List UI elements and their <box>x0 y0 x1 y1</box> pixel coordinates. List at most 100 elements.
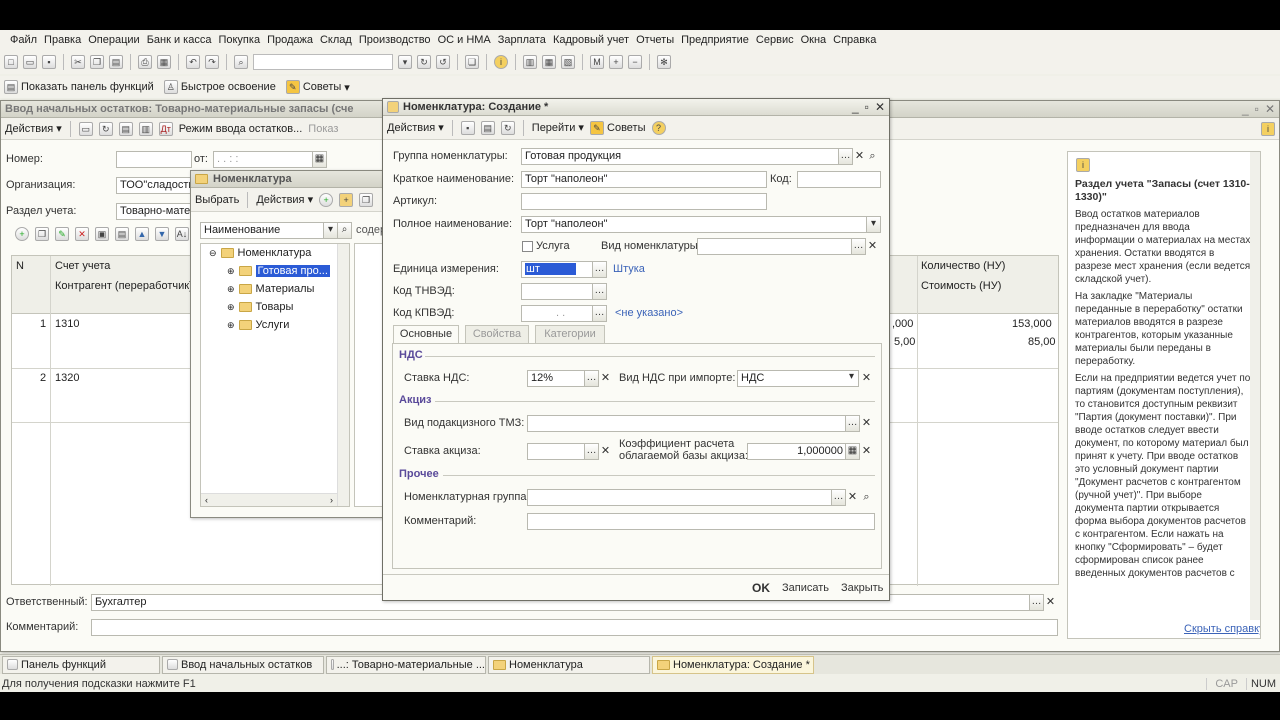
nom-group-field[interactable] <box>527 489 833 506</box>
save-icon[interactable]: ▪ <box>42 55 56 69</box>
tips-button[interactable]: ✎ Советы ▾ <box>285 80 350 94</box>
save-icon[interactable]: ▪ <box>460 120 475 135</box>
menu-item-production[interactable]: Производство <box>359 34 431 46</box>
select-button[interactable]: … <box>838 148 853 165</box>
doc-icon[interactable]: ▭ <box>78 121 93 136</box>
minimize-icon[interactable]: _ <box>1242 102 1249 116</box>
row-1-qty[interactable]: 153,000 <box>1012 318 1052 330</box>
clear-icon[interactable]: ✕ <box>853 148 866 165</box>
excise-rate-field[interactable] <box>527 443 585 460</box>
task-inventory[interactable]: ...: Товарно-материальные ... <box>326 655 486 674</box>
menu-item-service[interactable]: Сервис <box>756 34 794 46</box>
actions-menu-button[interactable]: Действия ▾ <box>256 193 313 206</box>
column-contractor[interactable]: Контрагент (переработчик) <box>55 280 193 292</box>
save-button[interactable]: Записать <box>782 582 829 594</box>
clear-icon[interactable]: ✕ <box>599 370 612 387</box>
select-button[interactable]: … <box>592 261 607 278</box>
windows-icon[interactable]: ❏ <box>465 55 479 69</box>
menu-item-sales[interactable]: Продажа <box>267 34 313 46</box>
list-icon[interactable]: ▤ <box>480 120 495 135</box>
ok-button[interactable]: OK <box>752 581 770 595</box>
tools-icon[interactable]: ✻ <box>657 55 671 69</box>
kind-field[interactable] <box>697 238 853 255</box>
chevron-down-icon[interactable]: ▾ <box>398 55 412 69</box>
help-scrollbar[interactable] <box>1250 152 1260 638</box>
full-name-field[interactable]: Торт "наполеон" <box>521 216 869 233</box>
row-1-cost-partial[interactable]: 5,00 <box>894 336 915 348</box>
move-up-icon[interactable]: ▲ <box>135 227 149 241</box>
comment-field[interactable] <box>527 513 875 530</box>
select-button[interactable]: … <box>592 305 607 322</box>
tnved-field[interactable] <box>521 283 593 300</box>
task-function-panel[interactable]: Панель функций <box>2 655 160 674</box>
help-icon[interactable]: ? <box>651 120 666 135</box>
number-field[interactable] <box>116 151 192 168</box>
accounting-section-field[interactable]: Товарно-матер <box>116 203 192 220</box>
tips-button[interactable]: ✎ Советы <box>589 120 646 135</box>
row-1-n[interactable]: 1 <box>40 318 46 330</box>
menu-item-enterprise[interactable]: Предприятие <box>681 34 749 46</box>
close-button[interactable]: Закрыть <box>841 582 883 594</box>
clear-icon[interactable]: ✕ <box>599 443 612 460</box>
goto-menu-button[interactable]: Перейти ▾ <box>532 121 584 134</box>
menu-item-salary[interactable]: Зарплата <box>498 34 546 46</box>
row-1-cost[interactable]: 85,00 <box>1028 336 1056 348</box>
add-icon[interactable]: + <box>319 192 334 207</box>
row-2-account[interactable]: 1320 <box>55 372 79 384</box>
code-field[interactable] <box>797 171 881 188</box>
close-icon[interactable]: ✕ <box>875 100 885 114</box>
calculator-icon[interactable]: ▦ <box>845 443 860 460</box>
vat-import-field[interactable]: НДС <box>737 370 859 387</box>
row-1-account[interactable]: 1310 <box>55 318 79 330</box>
undo-icon[interactable]: ↶ <box>186 55 200 69</box>
article-field[interactable] <box>521 193 767 210</box>
excise-item-field[interactable] <box>527 415 847 432</box>
minimize-icon[interactable]: _ <box>852 100 859 114</box>
redo-icon[interactable]: ↷ <box>205 55 219 69</box>
vat-rate-field[interactable]: 12% <box>527 370 585 387</box>
clear-icon[interactable]: ✕ <box>866 238 879 255</box>
doc-unpost-icon[interactable]: ▥ <box>138 121 153 136</box>
menu-item-bank[interactable]: Банк и касса <box>147 34 212 46</box>
chevron-down-icon[interactable]: ▾ <box>866 216 881 233</box>
calculator-icon[interactable]: ▥ <box>523 55 537 69</box>
menu-item-file[interactable]: Файл <box>10 34 37 46</box>
copy-icon[interactable]: ❐ <box>90 55 104 69</box>
menu-item-assets[interactable]: ОС и НМА <box>438 34 491 46</box>
calendar-icon[interactable]: ▦ <box>542 55 556 69</box>
search-icon[interactable]: ⌕ <box>866 148 879 165</box>
maximize-icon[interactable]: ▫ <box>1255 102 1259 116</box>
find-prev-icon[interactable]: ↺ <box>436 55 450 69</box>
chevron-down-icon[interactable]: ▾ <box>844 370 859 387</box>
actions-menu-button[interactable]: Действия ▾ <box>387 121 444 134</box>
task-opening-balances[interactable]: Ввод начальных остатков <box>162 655 324 674</box>
kpved-link[interactable]: <не указано> <box>615 307 683 319</box>
search-field[interactable]: Наименование <box>200 222 328 239</box>
organization-field[interactable]: ТОО"сладость <box>116 177 192 194</box>
copy-icon[interactable]: ❐ <box>359 192 374 207</box>
menu-item-help[interactable]: Справка <box>833 34 876 46</box>
menu-item-windows[interactable]: Окна <box>801 34 827 46</box>
expand-icon[interactable]: ⊕ <box>227 284 235 295</box>
help-icon[interactable]: i <box>1261 121 1275 136</box>
copy-row-icon[interactable]: ❐ <box>35 227 49 241</box>
search-icon[interactable]: ⌕ <box>234 55 248 69</box>
find-next-icon[interactable]: ↻ <box>417 55 431 69</box>
excise-coef-field[interactable]: 1,000000 <box>747 443 847 460</box>
dt-kt-icon[interactable]: Дт <box>158 121 173 136</box>
tree-vscrollbar[interactable] <box>337 244 349 506</box>
select-button[interactable]: … <box>831 489 846 506</box>
row-2-n[interactable]: 2 <box>40 372 46 384</box>
doc-post-icon[interactable]: ▤ <box>118 121 133 136</box>
print-icon[interactable]: ⎙ <box>138 55 152 69</box>
tree-item-root[interactable]: ⊖ Номенклатура <box>209 247 311 259</box>
move-down-icon[interactable]: ▼ <box>155 227 169 241</box>
actions-menu-button[interactable]: Действия ▾ <box>5 122 62 135</box>
fill-icon[interactable]: ▤ <box>115 227 129 241</box>
service-checkbox[interactable] <box>522 241 533 252</box>
doc-refresh-icon[interactable]: ↻ <box>98 121 113 136</box>
comment-field[interactable] <box>91 619 1058 636</box>
sort-icon[interactable]: A↓ <box>175 227 189 241</box>
date-field[interactable]: . . : : <box>213 151 313 168</box>
tree-item-materials[interactable]: ⊕ Материалы <box>227 283 314 295</box>
